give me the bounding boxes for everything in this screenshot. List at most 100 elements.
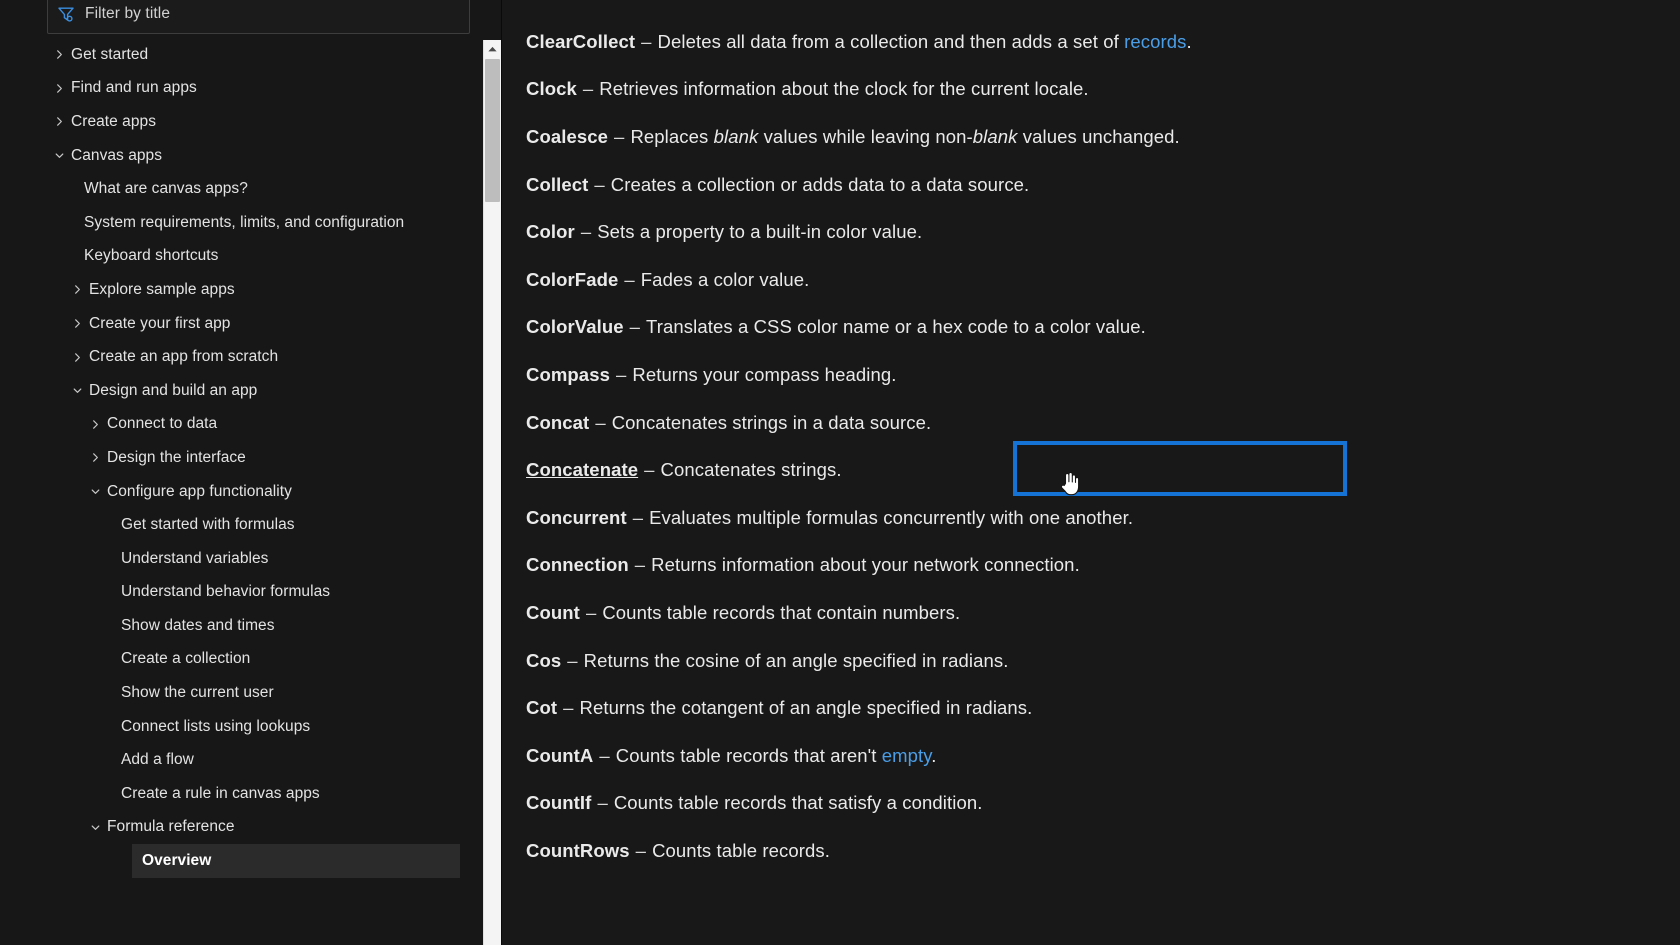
desc-text-part: Counts table records. <box>652 839 831 861</box>
inline-link-records[interactable]: records <box>1124 31 1186 52</box>
sidebar-item-overview[interactable]: Overview <box>132 844 460 878</box>
sidebar-item-get-started[interactable]: Get started <box>0 38 502 72</box>
sidebar-item-show-dates-and-times[interactable]: Show dates and times <box>0 609 502 643</box>
emphasis-blank-1: blank <box>713 125 759 147</box>
function-link-count[interactable]: Count <box>526 602 580 624</box>
sidebar-item-connect-to-data[interactable]: Connect to data <box>0 408 502 442</box>
entry-separator-dash: – <box>585 601 597 623</box>
entry-separator-dash: – <box>563 697 574 719</box>
sidebar-item-keyboard-shortcuts[interactable]: Keyboard shortcuts <box>0 240 502 274</box>
sidebar-item-explore-sample-apps[interactable]: Explore sample apps <box>0 273 502 307</box>
sidebar-item-show-the-current-user[interactable]: Show the current user <box>0 676 502 710</box>
scrollbar-thumb[interactable] <box>485 59 500 202</box>
chevron-right-icon[interactable] <box>70 352 84 363</box>
chevron-right-icon[interactable] <box>70 318 84 329</box>
chevron-right-icon[interactable] <box>70 284 84 295</box>
sidebar-item-find-and-run-apps[interactable]: Find and run apps <box>0 72 502 106</box>
sidebar-item-get-started-with-formulas[interactable]: Get started with formulas <box>0 508 502 542</box>
sidebar-item-what-are-canvas-apps[interactable]: What are canvas apps? <box>0 172 502 206</box>
sidebar-item-formula-reference[interactable]: Formula reference <box>0 811 502 845</box>
sidebar-item-connect-lists-using-lookups[interactable]: Connect lists using lookups <box>0 710 502 744</box>
function-description: Returns your compass heading. <box>632 364 896 386</box>
chevron-right-icon[interactable] <box>52 83 66 94</box>
function-description: Counts table records that contain number… <box>602 602 960 624</box>
function-entry-clock: Clock – Retrieves information about the cl… <box>526 66 1680 114</box>
function-link-color[interactable]: Color <box>526 221 575 243</box>
function-link-clock[interactable]: Clock <box>526 78 577 100</box>
sidebar-item-design-the-interface[interactable]: Design the interface <box>0 441 502 475</box>
sidebar-item-label: Create a rule in canvas apps <box>121 784 320 802</box>
entry-separator-dash: – <box>597 792 608 814</box>
sidebar-item-design-and-build-an-app[interactable]: Design and build an app <box>0 374 502 408</box>
filter-icon <box>56 4 76 24</box>
function-description: Translates a CSS color name or a hex cod… <box>646 316 1146 338</box>
desc-text-end: . <box>931 744 937 766</box>
function-link-coalesce[interactable]: Coalesce <box>526 126 608 148</box>
sidebar-item-create-a-rule-in-canvas-apps[interactable]: Create a rule in canvas apps <box>0 777 502 811</box>
sidebar-item-understand-behavior-formulas[interactable]: Understand behavior formulas <box>0 576 502 610</box>
function-description: Retrieves information about the clock fo… <box>599 78 1088 100</box>
sidebar-item-label: Connect to data <box>107 415 218 433</box>
sidebar-item-label: Create apps <box>71 112 156 130</box>
sidebar-item-system-requirements-limits-and-configuration[interactable]: System requirements, limits, and configu… <box>0 206 502 240</box>
function-entry-count: Count – Counts table records that contain … <box>526 589 1680 637</box>
sidebar-item-canvas-apps[interactable]: Canvas apps <box>0 139 502 173</box>
function-link-collect[interactable]: Collect <box>526 174 588 196</box>
function-link-concurrent[interactable]: Concurrent <box>526 507 627 529</box>
function-description: Fades a color value. <box>641 269 810 291</box>
function-link-compass[interactable]: Compass <box>526 364 610 386</box>
function-link-cot[interactable]: Cot <box>526 697 557 719</box>
function-link-countrows[interactable]: CountRows <box>526 840 630 862</box>
desc-text-mid: values while leaving non- <box>758 125 973 147</box>
function-entry-coalesce: Coalesce – Replaces blank values while lea… <box>526 113 1680 161</box>
sidebar-item-label: Create an app from scratch <box>89 348 279 366</box>
function-link-colorfade[interactable]: ColorFade <box>526 269 618 291</box>
function-entry-counta: CountA – Counts table records that aren't … <box>526 732 1680 780</box>
chevron-down-icon[interactable] <box>88 822 102 833</box>
desc-text-part: Fades a color value. <box>640 268 810 290</box>
chevron-right-icon[interactable] <box>52 49 66 60</box>
docs-page: Filter by title Get started Find and run … <box>0 0 1680 945</box>
sidebar-item-create-apps[interactable]: Create apps <box>0 105 502 139</box>
entry-separator-dash: – <box>580 221 592 243</box>
desc-text-part: Replaces <box>630 125 714 147</box>
scrollbar-up-arrow-button[interactable] <box>484 40 501 58</box>
desc-text-part: Concatenates strings. <box>660 459 842 481</box>
chevron-right-icon[interactable] <box>88 452 102 463</box>
function-description: Concatenates strings. <box>661 459 842 481</box>
sidebar-scrollbar[interactable] <box>483 40 501 945</box>
function-description: Returns the cotangent of an angle specif… <box>580 697 1033 719</box>
function-description: Evaluates multiple formulas concurrently… <box>649 507 1133 529</box>
chevron-right-icon[interactable] <box>52 116 66 127</box>
chevron-right-icon[interactable] <box>88 419 102 430</box>
function-link-concatenate[interactable]: Concatenate <box>526 459 638 481</box>
sidebar-item-create-an-app-from-scratch[interactable]: Create an app from scratch <box>0 340 502 374</box>
chevron-down-icon[interactable] <box>88 486 102 497</box>
chevron-down-icon[interactable] <box>52 150 66 161</box>
sidebar-scroll-area[interactable]: Get started Find and run apps Create apps C… <box>0 38 502 945</box>
function-link-connection[interactable]: Connection <box>526 554 629 576</box>
inline-link-empty[interactable]: empty <box>882 745 932 766</box>
function-description: Sets a property to a built-in color valu… <box>597 221 922 243</box>
function-link-concat[interactable]: Concat <box>526 412 589 434</box>
sidebar-item-add-a-flow[interactable]: Add a flow <box>0 743 502 777</box>
function-link-colorvalue[interactable]: ColorValue <box>526 316 624 338</box>
desc-text-part: Returns the cotangent of an angle specif… <box>579 697 1033 719</box>
function-description: Counts table records that aren't empty. <box>616 745 937 767</box>
sidebar-item-configure-app-functionality[interactable]: Configure app functionality <box>0 475 502 509</box>
desc-text-part: Deletes all data from a collection and t… <box>657 30 1125 52</box>
chevron-down-icon[interactable] <box>70 385 84 396</box>
function-reference-list: ClearCollect – Deletes all data from a col… <box>526 18 1680 875</box>
entry-separator-dash: – <box>599 744 610 766</box>
sidebar-item-understand-variables[interactable]: Understand variables <box>0 542 502 576</box>
sidebar-item-create-your-first-app[interactable]: Create your first app <box>0 307 502 341</box>
sidebar-item-create-a-collection[interactable]: Create a collection <box>0 643 502 677</box>
desc-text-part: Counts table records that satisfy a cond… <box>613 792 983 814</box>
function-link-counta[interactable]: CountA <box>526 745 593 767</box>
function-link-cos[interactable]: Cos <box>526 650 561 672</box>
function-link-clearcollect[interactable]: ClearCollect <box>526 31 635 53</box>
function-entry-cot: Cot – Returns the cotangent of an angle sp… <box>526 684 1680 732</box>
entry-separator-dash: – <box>641 30 652 52</box>
function-link-countif[interactable]: CountIf <box>526 792 591 814</box>
filter-by-title-input[interactable]: Filter by title <box>47 0 470 34</box>
